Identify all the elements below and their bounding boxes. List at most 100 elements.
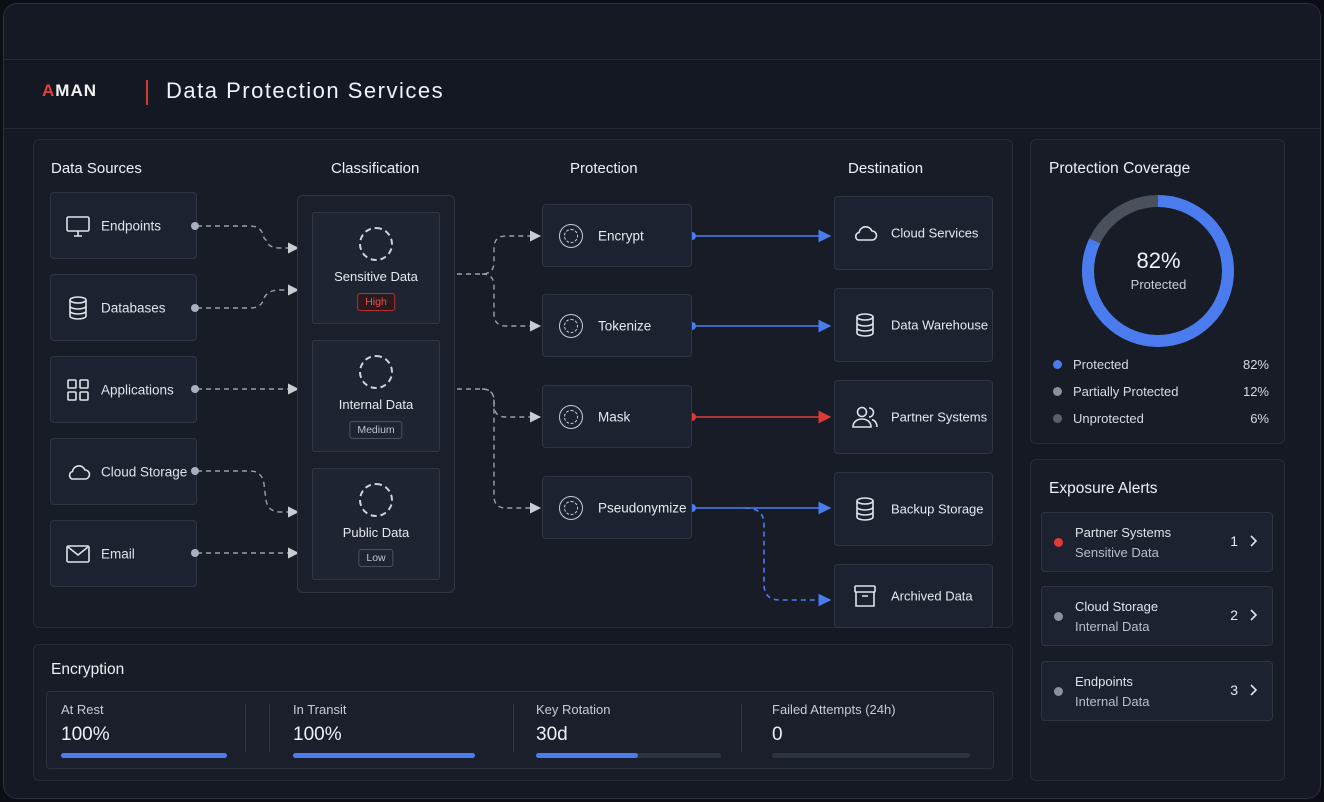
metric-value: 30d (536, 724, 568, 745)
dashed-circle-icon (359, 355, 393, 389)
coverage-sublabel: Protected (1130, 277, 1187, 292)
legend-value: 6% (1250, 411, 1269, 426)
destination-partner-systems[interactable]: Partner Systems (834, 380, 993, 454)
chevron-right-icon (1250, 684, 1258, 696)
alert-classification: Internal Data (1075, 619, 1150, 634)
destination-archived-data[interactable]: Archived Data (834, 564, 993, 628)
destination-label: Partner Systems (891, 409, 988, 425)
sensitivity-badge-low: Low (358, 549, 394, 567)
sensitivity-badge-medium: Medium (349, 421, 403, 439)
source-cloud-storage[interactable]: Cloud Storage (50, 438, 197, 505)
metric-at-rest: At Rest 100% (61, 692, 227, 760)
metric-in-transit: In Transit 100% (293, 692, 475, 760)
cloud-icon (855, 225, 878, 241)
encryption-metrics: At Rest 100% In Transit 100% Key Rotatio… (46, 691, 994, 769)
metric-failed-attempts: Failed Attempts (24h) 0 (772, 692, 970, 760)
protection-encrypt[interactable]: Encrypt (542, 204, 692, 267)
legend-dot (1053, 414, 1062, 423)
logo-text: MAN (55, 81, 97, 100)
source-endpoints[interactable]: Endpoints (50, 192, 197, 259)
alert-count: 1 (1230, 533, 1238, 549)
aman-logo[interactable]: AMAN (42, 81, 97, 101)
alert-classification: Internal Data (1075, 694, 1150, 709)
header-divider (146, 80, 148, 105)
source-port-databases (191, 304, 199, 312)
column-heading-destination: Destination (848, 160, 924, 177)
progress-fill (293, 753, 475, 758)
panel-title: Protection Coverage (1049, 160, 1191, 177)
class-sensitive-data[interactable]: Sensitive Data High (312, 212, 440, 324)
source-label: Applications (101, 382, 174, 397)
metric-divider (741, 704, 742, 752)
legend-protected: Protected 82% (1051, 355, 1269, 375)
class-label: Public Data (342, 525, 410, 540)
protection-ring-icon (559, 223, 583, 248)
metric-label: Key Rotation (536, 702, 611, 717)
page-title: Data Protection Services (166, 78, 445, 103)
alert-classification: Sensitive Data (1075, 545, 1159, 560)
panel-title: Encryption (51, 661, 125, 678)
protection-tokenize[interactable]: Tokenize (542, 294, 692, 357)
source-label: Cloud Storage (101, 464, 188, 479)
destination-data-warehouse[interactable]: Data Warehouse (834, 288, 993, 362)
legend-dot (1053, 360, 1062, 369)
metric-divider (245, 704, 246, 752)
exposure-alerts-panel: Exposure Alerts Partner Systems Sensitiv… (1030, 459, 1285, 781)
source-databases[interactable]: Databases (50, 274, 197, 341)
monitor-icon (66, 215, 90, 237)
source-email[interactable]: Email (50, 520, 197, 587)
source-port-cloud (191, 467, 199, 475)
cloud-icon (68, 464, 91, 480)
archive-icon (854, 585, 876, 607)
destination-cloud-services[interactable]: Cloud Services (834, 196, 993, 270)
legend-partially-protected: Partially Protected 12% (1051, 382, 1269, 402)
metric-progress-bar (772, 753, 970, 758)
protection-pseudonymize[interactable]: Pseudonymize (542, 476, 692, 539)
alert-target: Endpoints (1075, 674, 1133, 689)
logo-accent: A (42, 81, 56, 100)
metric-progress-bar (536, 753, 721, 758)
coverage-percent: 82% (1136, 248, 1181, 273)
protection-ring-icon (559, 313, 583, 338)
destination-backup-storage[interactable]: Backup Storage (834, 472, 993, 546)
source-label: Endpoints (101, 218, 162, 233)
class-label: Sensitive Data (334, 269, 418, 284)
grid-icon (67, 378, 89, 401)
legend-label: Protected (1073, 357, 1129, 372)
alert-endpoints[interactable]: Endpoints Internal Data 3 (1041, 661, 1273, 721)
severity-dot (1054, 612, 1063, 621)
dashed-circle-icon (359, 227, 393, 261)
source-label: Databases (101, 300, 166, 315)
alert-target: Cloud Storage (1075, 599, 1159, 614)
alert-count: 2 (1230, 607, 1238, 623)
encryption-panel: Encryption At Rest 100% In Transit 100% … (33, 644, 1013, 781)
progress-fill (61, 753, 227, 758)
database-icon (856, 313, 874, 337)
metric-value: 100% (293, 724, 342, 745)
alert-cloud-storage[interactable]: Cloud Storage Internal Data 2 (1041, 586, 1273, 646)
metric-progress-bar (293, 753, 475, 758)
source-port-email (191, 549, 199, 557)
destination-label: Data Warehouse (891, 317, 989, 333)
alert-count: 3 (1230, 682, 1238, 698)
legend-label: Unprotected (1073, 411, 1144, 426)
legend-dot (1053, 387, 1062, 396)
chevron-right-icon (1250, 609, 1258, 621)
protection-mask[interactable]: Mask (542, 385, 692, 448)
alert-partner-systems[interactable]: Partner Systems Sensitive Data 1 (1041, 512, 1273, 572)
metric-key-rotation: Key Rotation 30d (536, 692, 721, 760)
panel-title: Exposure Alerts (1049, 480, 1158, 497)
metric-value: 0 (772, 724, 783, 745)
protection-label: Tokenize (598, 318, 652, 333)
users-icon (852, 406, 878, 428)
column-heading-classification: Classification (331, 160, 420, 177)
class-internal-data[interactable]: Internal Data Medium (312, 340, 440, 452)
class-public-data[interactable]: Public Data Low (312, 468, 440, 580)
protection-label: Mask (598, 409, 631, 424)
source-port-applications (191, 385, 199, 393)
metric-label: At Rest (61, 702, 104, 717)
window-top-bar (4, 4, 1320, 60)
protection-label: Pseudonymize (598, 500, 687, 515)
source-applications[interactable]: Applications (50, 356, 197, 423)
destination-label: Backup Storage (891, 501, 984, 517)
